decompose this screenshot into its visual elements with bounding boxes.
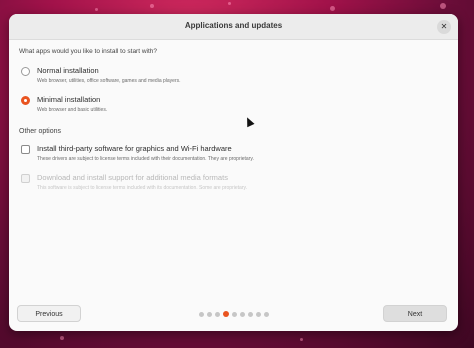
wallpaper-dot xyxy=(95,8,98,11)
previous-button[interactable]: Previous xyxy=(17,305,81,322)
option-normal-installation[interactable]: Normal installation Web browser, utiliti… xyxy=(19,66,448,84)
next-button[interactable]: Next xyxy=(383,305,447,322)
wallpaper-dot xyxy=(330,6,335,11)
dialog-footer: Previous Next xyxy=(9,297,458,331)
pager-dot xyxy=(232,311,237,317)
checkbox-third-party[interactable] xyxy=(21,145,30,154)
other-options-title: Other options xyxy=(19,128,62,135)
checkbox-media-formats: Download and install support for additio… xyxy=(19,173,448,191)
close-icon: ✕ xyxy=(440,22,448,31)
pager-dot xyxy=(264,311,269,317)
installer-dialog: Applications and updates ✕ What apps wou… xyxy=(9,14,458,331)
pager-dot-active xyxy=(223,311,229,317)
option-minimal-installation[interactable]: Minimal installation Web browser and bas… xyxy=(19,95,448,113)
pager-dot xyxy=(215,311,220,317)
option-label: Normal installation xyxy=(37,66,99,75)
wallpaper-dot xyxy=(300,338,303,341)
checkbox-label: Install third-party software for graphic… xyxy=(37,144,232,153)
checkbox-description: This software is subject to license term… xyxy=(37,185,247,191)
checkbox-label: Download and install support for additio… xyxy=(37,173,228,182)
wallpaper-dot xyxy=(228,2,231,5)
pager-dot xyxy=(248,311,253,317)
pager-dot xyxy=(240,311,245,317)
option-description: Web browser and basic utilities. xyxy=(37,107,108,113)
radio-minimal-installation[interactable] xyxy=(21,96,30,105)
titlebar: Applications and updates ✕ xyxy=(9,14,458,40)
wallpaper-dot xyxy=(440,3,446,9)
radio-normal-installation[interactable] xyxy=(21,67,30,76)
close-button[interactable]: ✕ xyxy=(437,20,451,34)
checkbox-description: These drivers are subject to license ter… xyxy=(37,156,254,162)
window-title: Applications and updates xyxy=(184,21,283,30)
wallpaper-dot xyxy=(150,4,154,8)
question-text: What apps would you like to install to s… xyxy=(19,48,158,55)
wallpaper-dot xyxy=(60,336,64,340)
option-label: Minimal installation xyxy=(37,95,101,104)
pager-dot xyxy=(207,311,212,317)
checkbox-media-formats-box xyxy=(21,174,30,183)
option-description: Web browser, utilities, office software,… xyxy=(37,78,181,84)
page-indicator xyxy=(199,311,269,317)
pager-dot xyxy=(199,311,204,317)
dialog-content: What apps would you like to install to s… xyxy=(9,40,458,191)
pager-dot xyxy=(256,311,261,317)
checkbox-third-party-software[interactable]: Install third-party software for graphic… xyxy=(19,144,448,162)
